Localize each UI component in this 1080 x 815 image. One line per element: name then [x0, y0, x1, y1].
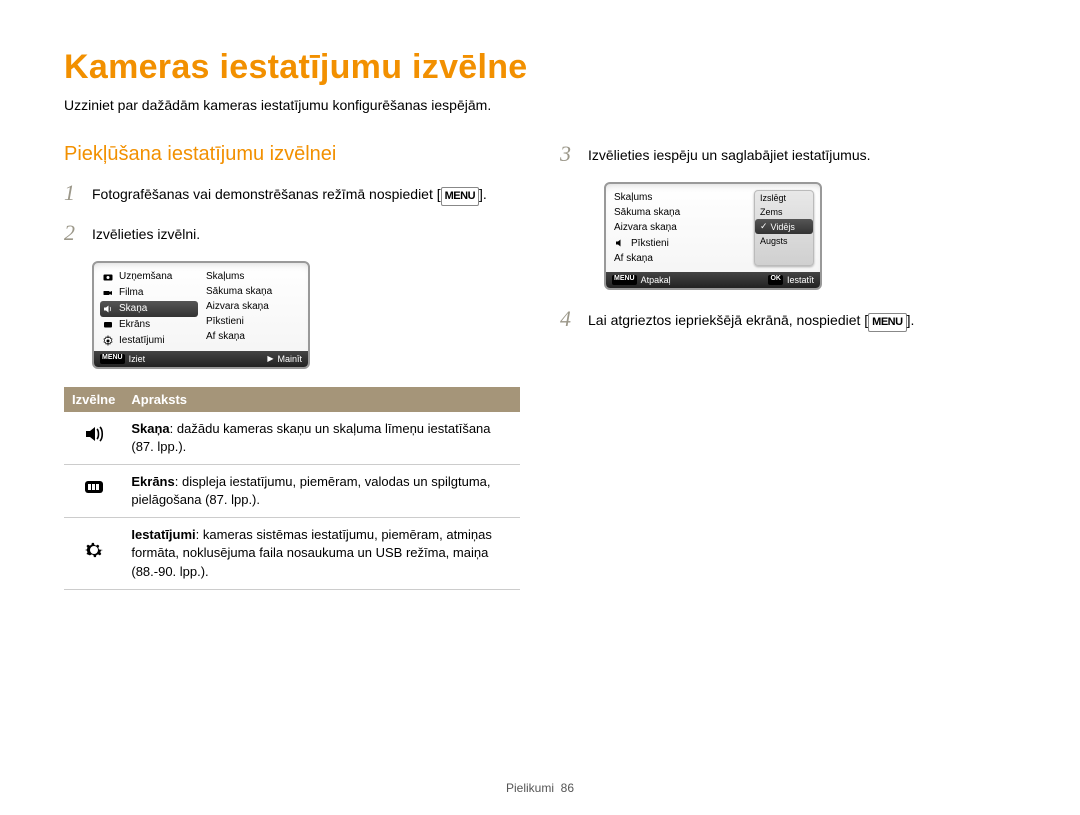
camera-screen-menu: Uzņemšana Filma Skaņa Ekrāns Iestatījumi… — [92, 261, 310, 369]
page-footer: Pielikumi 86 — [0, 781, 1080, 795]
sound-icon — [614, 237, 626, 249]
page-subtitle: Uzziniet par dažādām kameras iestatījumu… — [64, 97, 1016, 113]
gear-icon — [102, 335, 114, 347]
menu-badge: MENU — [868, 313, 906, 332]
camera-icon — [102, 271, 114, 283]
table-header-menu: Izvēlne — [64, 387, 123, 412]
table-cell: Iestatījumi: kameras sistēmas iestatījum… — [123, 518, 520, 590]
table-header-desc: Apraksts — [123, 387, 520, 412]
table-row: Iestatījumi: kameras sistēmas iestatījum… — [64, 518, 520, 590]
table-row: Ekrāns: displeja iestatījumu, piemēram, … — [64, 464, 520, 517]
display-icon — [102, 319, 114, 331]
right-triangle-icon: ▶ — [267, 354, 273, 364]
volume-dropdown: Izslēgt Zems ✓Vidējs Augsts — [754, 190, 814, 266]
section-heading: Piekļūšana iestatījumu izvēlnei — [64, 143, 520, 166]
step-number-1: 1 — [64, 182, 82, 206]
menu-badge: MENU — [441, 187, 479, 206]
step-4-text: Lai atgrieztos iepriekšējā ekrānā, nospi… — [588, 308, 914, 332]
display-icon — [82, 477, 106, 497]
check-icon: ✓ — [760, 221, 768, 232]
camera-screen-volume: Skaļums Sākuma skaņa Aizvara skaņa Pīkst… — [604, 182, 822, 290]
film-icon — [102, 287, 114, 299]
step-number-4: 4 — [560, 308, 578, 332]
step-3-text: Izvēlieties iespēju un saglabājiet iesta… — [588, 143, 871, 166]
menu-mini-icon: MENU — [612, 275, 637, 285]
page-title: Kameras iestatījumu izvēlne — [64, 48, 1016, 87]
step-1-text: Fotografēšanas vai demonstrēšanas režīmā… — [92, 182, 487, 206]
sound-icon — [102, 303, 114, 315]
step-number-3: 3 — [560, 143, 578, 166]
menu-description-table: Izvēlne Apraksts Skaņa: dažādu kameras s… — [64, 387, 520, 590]
sound-icon — [82, 424, 106, 444]
step-2-text: Izvēlieties izvēlni. — [92, 222, 200, 245]
step-number-2: 2 — [64, 222, 82, 245]
table-row: Skaņa: dažādu kameras skaņu un skaļuma l… — [64, 412, 520, 465]
table-cell: Ekrāns: displeja iestatījumu, piemēram, … — [123, 464, 520, 517]
ok-mini-icon: OK — [768, 275, 783, 285]
menu-mini-icon: MENU — [100, 354, 125, 364]
table-cell: Skaņa: dažādu kameras skaņu un skaļuma l… — [123, 412, 520, 465]
gear-icon — [82, 540, 106, 560]
